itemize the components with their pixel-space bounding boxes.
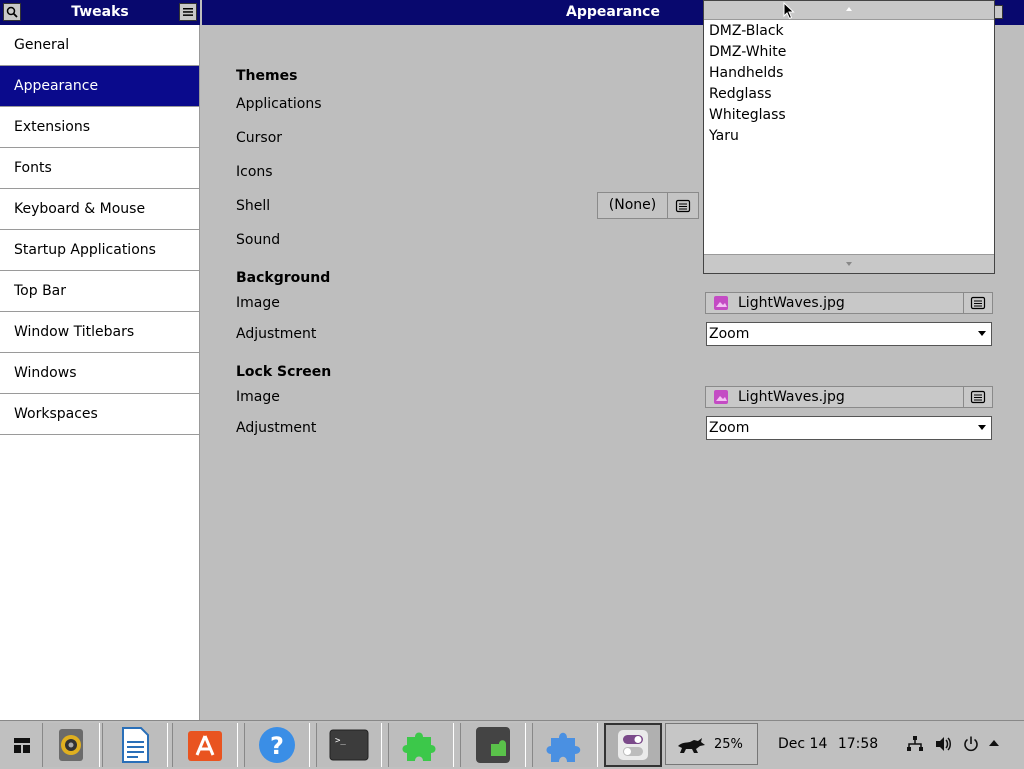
background-adjustment-combo[interactable]: Zoom (706, 322, 992, 346)
icons-label: Icons (236, 164, 273, 180)
taskbar: ? >_ 25% Dec 14 17:58 (0, 720, 1024, 769)
time-label: 17:58 (837, 736, 879, 752)
background-adjustment-label: Adjustment (236, 326, 317, 342)
image-file-icon (714, 390, 728, 404)
document-icon (970, 390, 986, 404)
sidebar-header: Tweaks (0, 0, 200, 26)
terminal-icon: >_ (329, 729, 369, 761)
arrow-up-icon (846, 7, 852, 11)
background-image-label: Image (236, 295, 280, 311)
taskbar-app-writer[interactable] (102, 723, 168, 767)
list-item[interactable]: Redglass (709, 86, 772, 102)
list-item[interactable]: Whiteglass (709, 107, 786, 123)
animal-icon (678, 738, 705, 753)
volume-icon[interactable] (934, 735, 952, 753)
clock[interactable]: Dec 14 17:58 (778, 736, 878, 752)
background-image-chooser[interactable]: LightWaves.jpg (705, 292, 993, 314)
taskbar-app-extension-manager[interactable] (460, 723, 526, 767)
sidebar-item-appearance[interactable]: Appearance (0, 66, 199, 107)
sidebar-item-workspaces[interactable]: Workspaces (0, 394, 199, 435)
scroll-down-button[interactable] (704, 254, 994, 273)
dropdown-arrow-icon (978, 331, 986, 336)
lock-browse-button[interactable] (963, 387, 992, 407)
sidebar-item-fonts[interactable]: Fonts (0, 148, 199, 189)
window-layout-icon (14, 738, 30, 753)
scroll-up-button[interactable] (704, 1, 994, 20)
document-icon (970, 296, 986, 310)
background-image-filename: LightWaves.jpg (738, 295, 845, 311)
taskbar-app-plugins[interactable] (532, 723, 598, 767)
taskbar-app-terminal[interactable]: >_ (316, 723, 382, 767)
sidebar-item-top-bar[interactable]: Top Bar (0, 271, 199, 312)
document-app-icon (122, 727, 149, 763)
image-file-icon (714, 296, 728, 310)
shell-theme-value: (None) (598, 193, 668, 218)
dropdown-arrow-icon (978, 425, 986, 430)
background-heading: Background (236, 270, 331, 286)
arrow-down-icon (846, 262, 852, 266)
cursor-label: Cursor (236, 130, 283, 146)
sidebar-item-keyboard-mouse[interactable]: Keyboard & Mouse (0, 189, 199, 230)
taskbar-app-tweaks[interactable] (604, 723, 662, 767)
sidebar-item-extensions[interactable]: Extensions (0, 107, 199, 148)
svg-text:>_: >_ (335, 736, 346, 746)
shell-theme-chooser[interactable]: (None) (597, 192, 699, 219)
taskbar-app-rhythmbox[interactable] (42, 723, 100, 767)
svg-text:?: ? (270, 732, 284, 760)
lock-image-label: Image (236, 389, 280, 405)
lock-image-filename: LightWaves.jpg (738, 389, 845, 405)
cursor-theme-popup-list[interactable]: DMZ-Black DMZ-White Handhelds Redglass W… (703, 0, 995, 274)
lock-adjustment-combo[interactable]: Zoom (706, 416, 992, 440)
list-item[interactable]: Handhelds (709, 65, 783, 81)
tweaks-toggle-icon (618, 730, 648, 760)
sidebar-item-startup-applications[interactable]: Startup Applications (0, 230, 199, 271)
battery-indicator[interactable]: 25% (665, 723, 758, 765)
list-item[interactable]: DMZ-White (709, 44, 786, 60)
app-store-icon (188, 731, 222, 761)
lock-adjustment-value: Zoom (709, 420, 750, 436)
network-icon[interactable] (906, 735, 924, 753)
taskbar-app-software[interactable] (172, 723, 238, 767)
list-item[interactable]: Yaru (709, 128, 739, 144)
puzzle-piece-icon (402, 732, 436, 761)
shell-browse-button[interactable] (668, 193, 698, 218)
power-icon[interactable] (962, 735, 980, 753)
help-icon: ? (259, 727, 295, 763)
lock-adjustment-label: Adjustment (236, 420, 317, 436)
background-adjustment-value: Zoom (709, 326, 750, 342)
sidebar-title: Tweaks (71, 4, 129, 20)
chevron-up-icon[interactable] (988, 739, 1000, 747)
mouse-pointer-icon (783, 2, 795, 20)
battery-percent: 25% (714, 736, 743, 752)
shell-label: Shell (236, 198, 271, 214)
applications-label: Applications (236, 96, 322, 112)
date-label: Dec 14 (778, 736, 828, 752)
background-browse-button[interactable] (963, 293, 992, 313)
document-icon (675, 199, 691, 212)
themes-heading: Themes (236, 68, 298, 84)
sidebar-item-window-titlebars[interactable]: Window Titlebars (0, 312, 199, 353)
activities-button[interactable] (8, 723, 36, 767)
blue-puzzle-icon (546, 732, 581, 762)
lock-image-chooser[interactable]: LightWaves.jpg (705, 386, 993, 408)
lock-screen-heading: Lock Screen (236, 364, 332, 380)
taskbar-app-help[interactable]: ? (244, 723, 310, 767)
taskbar-app-extensions[interactable] (388, 723, 454, 767)
menu-button[interactable] (179, 3, 197, 21)
speaker-app-icon (59, 729, 83, 761)
sidebar-item-general[interactable]: General (0, 25, 199, 66)
hamburger-icon (183, 8, 193, 16)
sound-label: Sound (236, 232, 281, 248)
extension-manager-icon (476, 727, 510, 763)
sidebar: General Appearance Extensions Fonts Keyb… (0, 25, 200, 720)
list-item[interactable]: DMZ-Black (709, 23, 784, 39)
sidebar-item-windows[interactable]: Windows (0, 353, 199, 394)
